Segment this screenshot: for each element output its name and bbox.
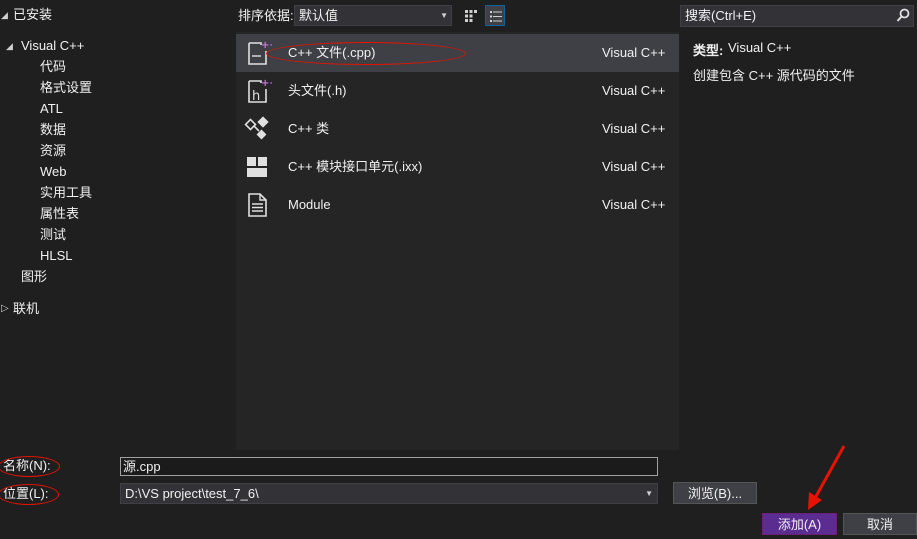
tree-item-hlsl[interactable]: HLSL [40,246,73,266]
grid-view-button[interactable] [461,5,481,26]
template-row-cpp-file[interactable]: ++ C++ 文件(.cpp) Visual C++ [236,34,679,72]
annotation-arrow [808,445,846,510]
tree-item-visual-cpp[interactable]: Visual C++ [21,36,84,56]
template-row-module-interface[interactable]: C++ 模块接口单元(.ixx) Visual C++ [236,148,679,186]
search-input[interactable]: 搜索(Ctrl+E) [680,5,914,27]
template-name: C++ 类 [288,121,330,136]
template-row-cpp-class[interactable]: C++ 类 Visual C++ [236,110,679,148]
tree-item-online[interactable]: 联机 [13,299,39,319]
type-label: 类型: [693,43,724,58]
template-name: C++ 文件(.cpp) [288,45,376,60]
tree-item-atl[interactable]: ATL [40,99,63,119]
tree-item-code[interactable]: 代码 [40,57,66,77]
search-placeholder: 搜索(Ctrl+E) [685,8,757,23]
tree-item-property-sheet[interactable]: 属性表 [40,204,79,224]
template-name: Module [288,197,331,212]
name-value: 源.cpp [123,459,161,474]
cancel-button[interactable]: 取消 [843,513,917,535]
collapse-arrow-icon[interactable]: ◢ [6,41,13,52]
tree-item-resource[interactable]: 资源 [40,141,66,161]
tree-item-graphics[interactable]: 图形 [21,267,47,287]
tree-item-utility[interactable]: 实用工具 [40,183,92,203]
location-field[interactable]: D:\VS project\test_7_6\ ▼ [120,483,658,504]
tree-item-formatting[interactable]: 格式设置 [40,78,92,98]
template-list: ++ C++ 文件(.cpp) Visual C++ h ++ 头文件(.h) … [236,32,679,450]
location-value: D:\VS project\test_7_6\ [125,486,259,501]
list-view-icon [490,11,502,22]
name-field[interactable]: 源.cpp [120,457,658,476]
template-language: Visual C++ [602,121,666,136]
collapse-arrow-icon[interactable]: ◢ [1,10,8,21]
tree-item-installed[interactable]: 已安装 [13,5,52,25]
chevron-down-icon[interactable]: ▼ [645,484,653,503]
sort-dropdown[interactable]: 默认值 ▼ [294,5,452,26]
template-language: Visual C++ [602,83,666,98]
module-interface-icon [247,157,267,177]
template-description: 创建包含 C++ 源代码的文件 [693,68,855,83]
template-language: Visual C++ [602,159,666,174]
chevron-down-icon: ▼ [440,11,448,20]
tree-item-test[interactable]: 测试 [40,225,66,245]
grid-view-icon [465,10,477,22]
template-row-module[interactable]: Module Visual C++ [236,186,679,224]
template-name: 头文件(.h) [288,83,347,98]
cpp-file-icon: ++ [248,40,272,65]
expand-arrow-icon[interactable]: ▷ [1,303,9,314]
svg-text:++: ++ [261,40,272,51]
template-row-header-file[interactable]: h ++ 头文件(.h) Visual C++ [236,72,679,110]
location-label: 位置(L): [3,486,49,501]
type-value: Visual C++ [728,40,792,55]
name-label: 名称(N): [3,458,51,473]
browse-button[interactable]: 浏览(B)... [673,482,757,504]
sort-value: 默认值 [299,8,339,23]
tree-item-data[interactable]: 数据 [40,120,66,140]
template-language: Visual C++ [602,197,666,212]
template-language: Visual C++ [602,45,666,60]
add-button[interactable]: 添加(A) [762,513,837,535]
svg-text:h: h [252,89,260,104]
module-icon [248,193,267,217]
search-icon[interactable] [896,8,910,24]
header-file-icon: h ++ [248,78,272,104]
list-view-button[interactable] [485,5,505,26]
sort-label: 排序依据: [238,8,294,23]
tree-item-web[interactable]: Web [40,162,67,182]
svg-text:++: ++ [261,78,272,89]
cpp-class-icon [244,116,269,140]
template-name: C++ 模块接口单元(.ixx) [288,159,423,174]
